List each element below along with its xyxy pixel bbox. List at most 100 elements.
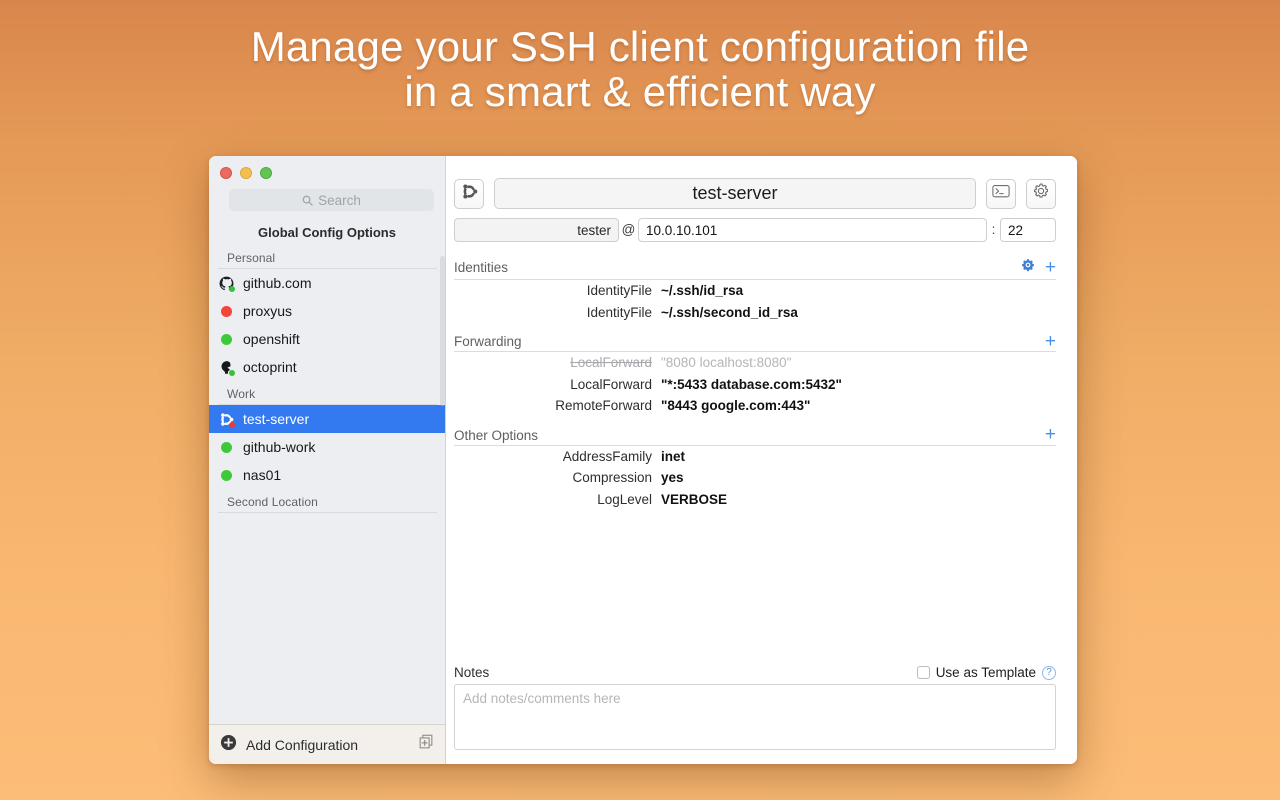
- add-forwarding-button[interactable]: +: [1045, 332, 1056, 351]
- option-row[interactable]: LocalForward "*:5433 database.com:5432": [454, 377, 1056, 399]
- section-header: Forwarding +: [454, 332, 1056, 352]
- notes-label: Notes: [454, 665, 490, 680]
- option-key: LocalForward: [570, 376, 652, 392]
- search-input[interactable]: Search: [229, 189, 434, 211]
- section-actions: +: [1045, 425, 1056, 444]
- sidebar-item-label: proxyus: [243, 303, 293, 319]
- config-settings-button[interactable]: [1026, 178, 1056, 209]
- duplicate-icon[interactable]: [417, 733, 435, 756]
- github-icon: [219, 276, 235, 292]
- sidebar: Search Global Config Options Personal gi…: [209, 156, 446, 764]
- sidebar-item-octoprint[interactable]: octoprint: [209, 353, 445, 381]
- sidebar-item-label: github-work: [243, 439, 316, 455]
- section-actions: +: [1045, 332, 1056, 351]
- global-config-options-button[interactable]: Global Config Options: [209, 211, 445, 248]
- notes-textarea[interactable]: Add notes/comments here: [454, 684, 1056, 750]
- option-value: "*:5433 database.com:5432": [661, 376, 842, 392]
- sidebar-item-nas01[interactable]: nas01: [209, 461, 445, 489]
- colon-symbol: :: [991, 222, 996, 237]
- notes-area: Notes Use as Template ? Add notes/commen…: [446, 665, 1077, 750]
- status-dot: [229, 421, 235, 428]
- add-configuration-button[interactable]: Add Configuration: [246, 737, 408, 753]
- use-as-template-checkbox[interactable]: [916, 666, 930, 679]
- maximize-button[interactable]: [260, 166, 272, 179]
- gear-icon: [1032, 182, 1050, 205]
- option-value: ~/.ssh/second_id_rsa: [661, 304, 798, 320]
- option-value: "8443 google.com:443": [661, 398, 811, 413]
- status-dot: [229, 285, 235, 292]
- option-key: RemoteForward: [555, 398, 652, 413]
- option-value: "8080 localhost:8080": [661, 355, 792, 370]
- option-key: IdentityFile: [586, 304, 652, 320]
- use-as-template-control[interactable]: Use as Template ?: [916, 665, 1056, 680]
- add-identity-button[interactable]: +: [1045, 258, 1056, 277]
- section-forwarding: Forwarding + LocalForward "8080 localhos…: [454, 332, 1056, 420]
- sidebar-item-github-com[interactable]: github.com: [209, 269, 445, 297]
- add-other-option-button[interactable]: +: [1045, 425, 1056, 444]
- plus-circle-icon[interactable]: [220, 734, 237, 756]
- help-icon[interactable]: ?: [1042, 665, 1056, 680]
- section-other-options: Other Options + AddressFamily inet Compr…: [454, 425, 1056, 514]
- detail-toolbar: test-server tester @ 10.0.10.101: 22: [446, 156, 1077, 242]
- sidebar-item-proxyus[interactable]: proxyus: [209, 297, 445, 325]
- minimize-button[interactable]: [240, 166, 252, 179]
- sidebar-item-github-work[interactable]: github-work: [209, 433, 445, 461]
- sidebar-empty-space: [209, 513, 445, 724]
- port-input[interactable]: 22: [1000, 218, 1056, 242]
- option-row[interactable]: Compression yes: [454, 470, 1056, 492]
- sidebar-item-label: test-server: [243, 411, 310, 427]
- status-dot: [229, 369, 235, 376]
- sidebar-item-openshift[interactable]: openshift: [209, 325, 445, 353]
- config-name-input[interactable]: test-server: [494, 178, 976, 209]
- app-window: Search Global Config Options Personal gi…: [209, 156, 1077, 764]
- section-actions: +: [1021, 258, 1056, 277]
- status-circle-icon: [219, 304, 234, 319]
- section-title: Forwarding: [454, 334, 522, 349]
- toolbar-row-connection: tester @ 10.0.10.101 : 22: [454, 218, 1056, 242]
- search-icon: [302, 195, 313, 206]
- ubuntu-icon: [219, 412, 235, 428]
- sidebar-item-label: nas01: [243, 467, 282, 483]
- use-as-template-label: Use as Template: [935, 665, 1036, 680]
- notes-placeholder: Add notes/comments here: [463, 691, 621, 706]
- close-button[interactable]: [220, 166, 232, 179]
- search-placeholder-text: Search: [318, 192, 361, 208]
- status-circle-icon: [219, 440, 234, 455]
- port-value: 22: [1008, 222, 1024, 238]
- option-key: LocalForward: [570, 355, 652, 370]
- username-input[interactable]: tester: [454, 218, 619, 242]
- sidebar-item-test-server[interactable]: test-server: [209, 405, 445, 433]
- section-title: Identities: [454, 260, 509, 275]
- host-os-icon-button[interactable]: [454, 178, 484, 209]
- identities-gear-icon[interactable]: [1021, 258, 1035, 277]
- open-terminal-button[interactable]: [986, 178, 1016, 209]
- hostname-input[interactable]: 10.0.10.101: [638, 218, 987, 242]
- option-row[interactable]: RemoteForward "8443 google.com:443": [454, 398, 1056, 420]
- status-circle-icon: [219, 332, 234, 347]
- octoprint-icon: [219, 360, 235, 376]
- terminal-icon: [992, 184, 1010, 203]
- sidebar-item-label: github.com: [243, 275, 312, 291]
- option-row[interactable]: LogLevel VERBOSE: [454, 492, 1056, 514]
- option-row[interactable]: IdentityFile ~/.ssh/second_id_rsa: [454, 305, 1056, 327]
- sidebar-item-label: octoprint: [243, 359, 297, 375]
- option-value: VERBOSE: [661, 491, 728, 507]
- toolbar-row-name: test-server: [454, 178, 1056, 209]
- sidebar-scrollbar[interactable]: [440, 256, 445, 406]
- hostname-value: 10.0.10.101: [646, 222, 718, 238]
- section-header: Identities +: [454, 258, 1056, 280]
- sidebar-footer: Add Configuration: [209, 724, 445, 764]
- section-identities: Identities + IdentityFile ~/.ssh/id_rsa …: [454, 258, 1056, 326]
- section-title: Other Options: [454, 427, 539, 443]
- group-header-second-location: Second Location: [218, 492, 437, 513]
- option-value: ~/.ssh/id_rsa: [661, 283, 744, 298]
- option-row[interactable]: IdentityFile ~/.ssh/id_rsa: [454, 283, 1056, 305]
- option-row[interactable]: AddressFamily inet: [454, 449, 1056, 471]
- status-circle-icon: [219, 468, 234, 483]
- group-header-personal: Personal: [218, 248, 437, 269]
- option-row[interactable]: LocalForward "8080 localhost:8080": [454, 355, 1056, 377]
- option-key: Compression: [572, 470, 652, 485]
- sidebar-item-label: openshift: [243, 331, 300, 347]
- options-sections: Identities + IdentityFile ~/.ssh/id_rsa …: [446, 242, 1077, 665]
- ubuntu-icon: [461, 183, 478, 205]
